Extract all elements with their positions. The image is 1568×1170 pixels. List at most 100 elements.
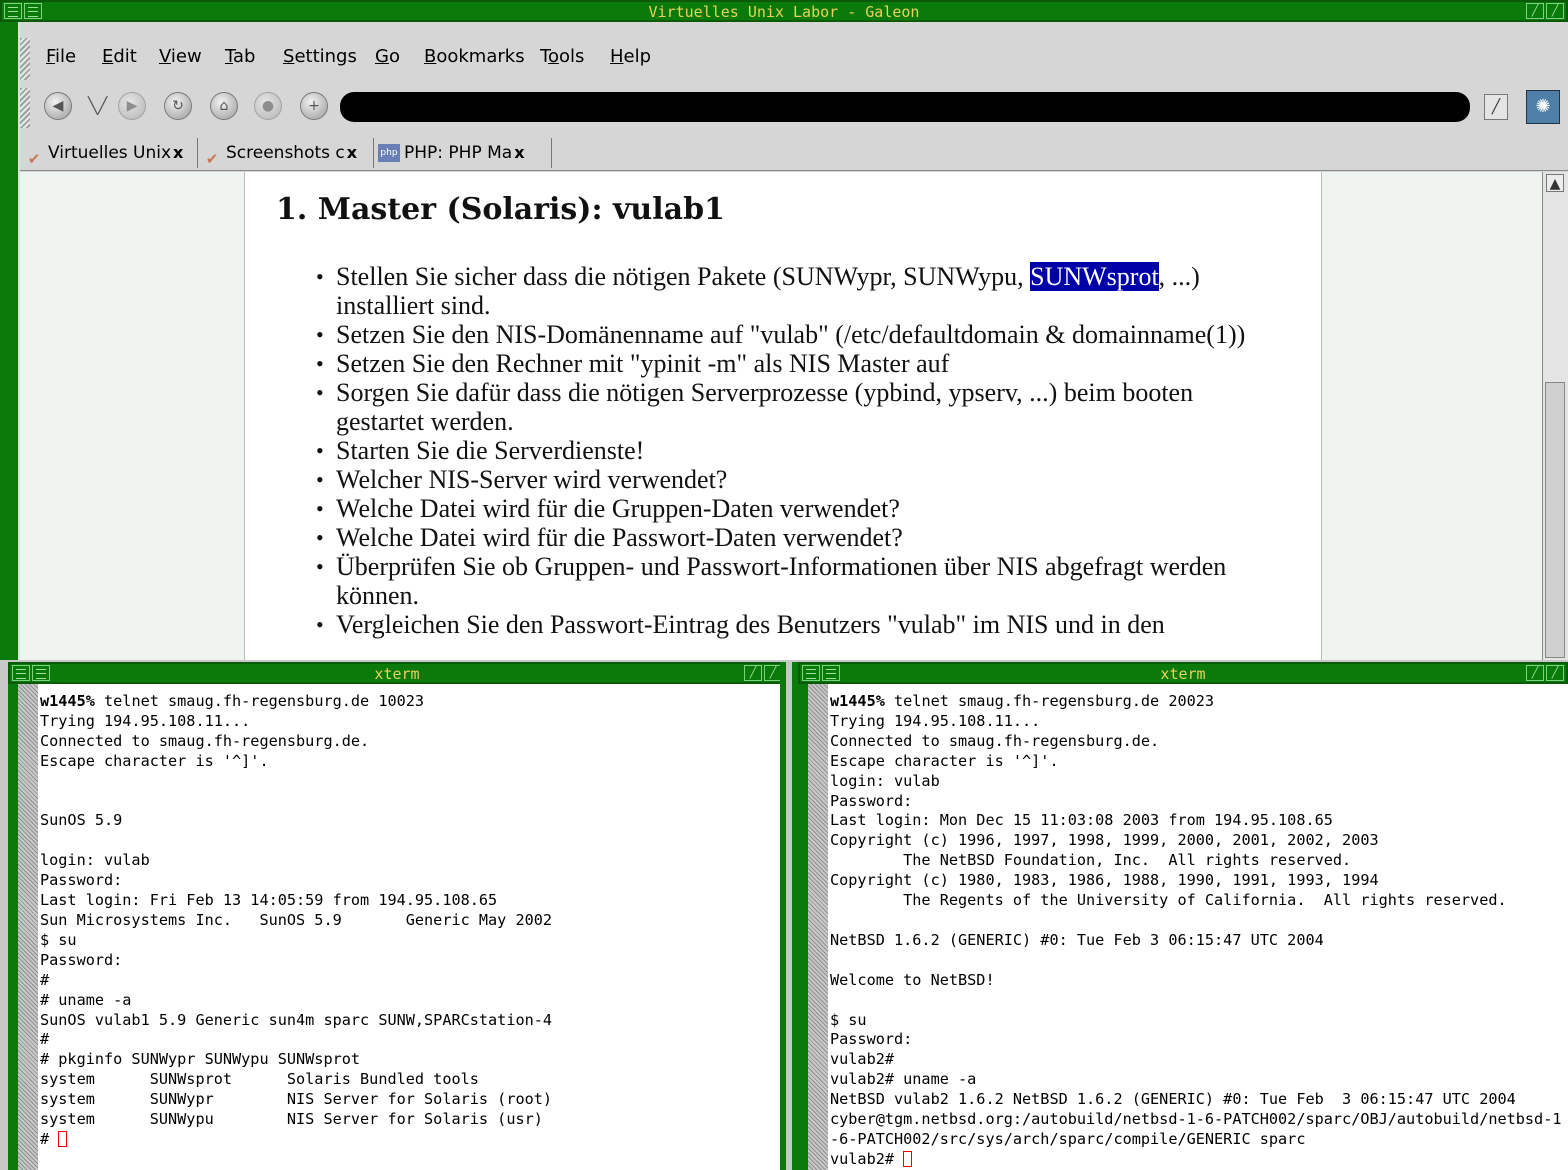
galeon-icon: ✔ bbox=[27, 150, 41, 168]
xterm-window-right[interactable]: xterm ╱ ╱ w1445% telnet smaug.fh-regensb… bbox=[798, 662, 1568, 1170]
xterm-scrollbar[interactable] bbox=[18, 684, 38, 1170]
xterm-title: xterm bbox=[1160, 665, 1206, 683]
toolbar: ◀ ╲╱ ▶ ↻ ⌂ ● + ╱ ✺ bbox=[30, 88, 1568, 128]
list-item: Überprüfen Sie ob Gruppen- und Passwort-… bbox=[316, 552, 1276, 610]
terminal-line: system SUNWsprot Solaris Bundled tools bbox=[40, 1070, 479, 1089]
text-cursor bbox=[903, 1150, 913, 1167]
terminal-line: Password: bbox=[830, 791, 913, 810]
terminal-line: w1445% telnet smaug.fh-regensburg.de 200… bbox=[830, 692, 1215, 710]
tab-close-icon[interactable]: x bbox=[514, 143, 524, 162]
menu-item-help[interactable]: Help bbox=[610, 46, 651, 67]
minimize-icon[interactable]: ╱ bbox=[1526, 665, 1544, 681]
terminal-line: Trying 194.95.108.11... bbox=[830, 711, 1041, 730]
menu-item-go[interactable]: Go bbox=[375, 46, 400, 67]
terminal-output[interactable]: w1445% telnet smaug.fh-regensburg.de 200… bbox=[830, 692, 1562, 1170]
menu-item-view[interactable]: View bbox=[159, 46, 202, 67]
maximize-icon[interactable]: ╱ bbox=[1546, 665, 1564, 681]
back-icon[interactable]: ◀ bbox=[44, 92, 72, 120]
terminal-line: Password: bbox=[830, 1030, 913, 1049]
terminal-line: system SUNWypu NIS Server for Solaris (u… bbox=[40, 1110, 543, 1129]
php-icon: php bbox=[378, 144, 400, 162]
url-history-dropdown-icon[interactable]: ╱ bbox=[1484, 94, 1508, 120]
minimize-icon[interactable]: ╱ bbox=[1526, 3, 1544, 19]
terminal-line: The NetBSD Foundation, Inc. All rights r… bbox=[830, 851, 1352, 870]
url-input[interactable] bbox=[340, 92, 1470, 122]
maximize-icon[interactable]: ╱ bbox=[1546, 3, 1564, 19]
menu-item-edit[interactable]: Edit bbox=[102, 46, 137, 67]
page-scrollbar[interactable]: ▲ bbox=[1542, 172, 1568, 660]
window-border bbox=[792, 662, 798, 1170]
list-item: Setzen Sie den Rechner mit "ypinit -m" a… bbox=[316, 349, 1276, 378]
forward-icon[interactable]: ▶ bbox=[118, 92, 146, 120]
text-selection[interactable]: SUNWsprot bbox=[1030, 262, 1159, 291]
terminal-line: Trying 194.95.108.11... bbox=[40, 711, 251, 730]
terminal-line: # bbox=[40, 970, 50, 989]
window-border bbox=[780, 662, 786, 1170]
scroll-thumb[interactable] bbox=[1545, 382, 1565, 658]
terminal-line: $ su bbox=[830, 1010, 867, 1029]
reload-icon[interactable]: ↻ bbox=[164, 92, 192, 120]
menu-item-file[interactable]: File bbox=[46, 46, 76, 67]
terminal-line: Escape character is '^]'. bbox=[830, 751, 1059, 770]
terminal-line: vulab2# bbox=[830, 1050, 895, 1069]
back-history-chevron-icon[interactable]: ╲╱ bbox=[88, 96, 107, 115]
list-item-text: Welcher NIS-Server wird verwendet? bbox=[336, 465, 728, 494]
terminal-output[interactable]: w1445% telnet smaug.fh-regensburg.de 100… bbox=[40, 692, 552, 1150]
xterm-title: xterm bbox=[374, 665, 420, 683]
list-item-text: Sorgen Sie dafür dass die nötigen Server… bbox=[336, 378, 1194, 436]
tab-bar: ✔ Virtuelles Unix x ✔ Screenshots c x php PHP: … bbox=[20, 136, 1568, 171]
list-item: Starten Sie die Serverdienste! bbox=[316, 436, 1276, 465]
toolbar-grip[interactable] bbox=[20, 88, 30, 128]
tab-close-icon[interactable]: x bbox=[173, 143, 183, 162]
menu-item-bookmarks[interactable]: Bookmarks bbox=[424, 46, 525, 67]
xterm-titlebar[interactable]: xterm ╱ ╱ bbox=[798, 662, 1568, 684]
terminal-line: cyber@tgm.netbsd.org:/autobuild/netbsd-1… bbox=[830, 1110, 1562, 1129]
list-item-text: Überprüfen Sie ob Gruppen- und Passwort-… bbox=[336, 552, 1227, 610]
text-cursor bbox=[58, 1130, 68, 1147]
list-item-text: Welche Datei wird für die Gruppen-Daten … bbox=[336, 494, 900, 523]
terminal-line: # uname -a bbox=[40, 990, 132, 1009]
tab-3[interactable]: php PHP: PHP Ma x bbox=[374, 138, 552, 168]
terminal-line: -6-PATCH002/src/sys/arch/sparc/compile/G… bbox=[830, 1129, 1306, 1148]
terminal-line: Connected to smaug.fh-regensburg.de. bbox=[830, 731, 1160, 750]
window-border bbox=[0, 22, 18, 660]
terminal-line: Last login: Mon Dec 15 11:03:08 2003 fro… bbox=[830, 811, 1333, 830]
terminal-line: Connected to smaug.fh-regensburg.de. bbox=[40, 731, 370, 750]
terminal-line: SunOS vulab1 5.9 Generic sun4m sparc SUN… bbox=[40, 1010, 553, 1029]
stop-icon[interactable]: ● bbox=[254, 92, 282, 120]
menu-item-tab[interactable]: Tab bbox=[225, 46, 255, 67]
window-border bbox=[798, 684, 808, 1170]
terminal-line: Password: bbox=[40, 950, 123, 969]
browser-titlebar[interactable]: Virtuelles Unix Labor - Galeon ╱ ╱ bbox=[0, 0, 1568, 22]
tab-1[interactable]: ✔ Virtuelles Unix x bbox=[20, 138, 198, 168]
minimize-icon[interactable]: ╱ bbox=[744, 665, 762, 681]
terminal-line: # bbox=[40, 1030, 50, 1049]
shell-prompt: w1445% bbox=[830, 692, 885, 710]
list-item: Welche Datei wird für die Passwort-Daten… bbox=[316, 523, 1276, 552]
new-tab-icon[interactable]: + bbox=[300, 92, 328, 120]
terminal-line: login: vulab bbox=[830, 771, 940, 790]
scroll-up-icon[interactable]: ▲ bbox=[1546, 174, 1564, 192]
home-icon[interactable]: ⌂ bbox=[210, 92, 238, 120]
xterm-titlebar[interactable]: xterm ╱ ╱ bbox=[8, 662, 786, 684]
tab-label: PHP: PHP Ma bbox=[404, 143, 513, 163]
page-content: 1. Master (Solaris): vulab1 Stellen Sie … bbox=[20, 172, 1542, 660]
terminal-line: Copyright (c) 1980, 1983, 1986, 1988, 19… bbox=[830, 871, 1379, 890]
xterm-scrollbar[interactable] bbox=[808, 684, 828, 1170]
menu-item-tools[interactable]: Tools bbox=[540, 46, 584, 67]
terminal-line: vulab2# uname -a bbox=[830, 1070, 977, 1089]
galeon-icon: ✔ bbox=[205, 150, 219, 168]
tab-2[interactable]: ✔ Screenshots cx bbox=[198, 138, 374, 168]
list-item-text: Setzen Sie den Rechner mit "ypinit -m" a… bbox=[336, 349, 950, 378]
terminal-line: # bbox=[40, 1130, 68, 1148]
xterm-window-left[interactable]: xterm ╱ ╱ w1445% telnet smaug.fh-regensb… bbox=[8, 662, 786, 1170]
throbber-icon[interactable]: ✺ bbox=[1526, 90, 1560, 124]
menu-item-settings[interactable]: Settings bbox=[283, 46, 357, 67]
list-item: Sorgen Sie dafür dass die nötigen Server… bbox=[316, 378, 1276, 436]
terminal-line: vulab2# bbox=[830, 1150, 913, 1168]
tab-close-icon[interactable]: x bbox=[347, 143, 357, 162]
menubar: File Edit View Tab Settings Go Bookmarks Tools H… bbox=[20, 40, 1568, 74]
terminal-line: NetBSD 1.6.2 (GENERIC) #0: Tue Feb 3 06:… bbox=[830, 930, 1324, 949]
browser-window: Virtuelles Unix Labor - Galeon ╱ ╱ File E… bbox=[0, 0, 1568, 660]
terminal-line: Copyright (c) 1996, 1997, 1998, 1999, 20… bbox=[830, 831, 1379, 850]
